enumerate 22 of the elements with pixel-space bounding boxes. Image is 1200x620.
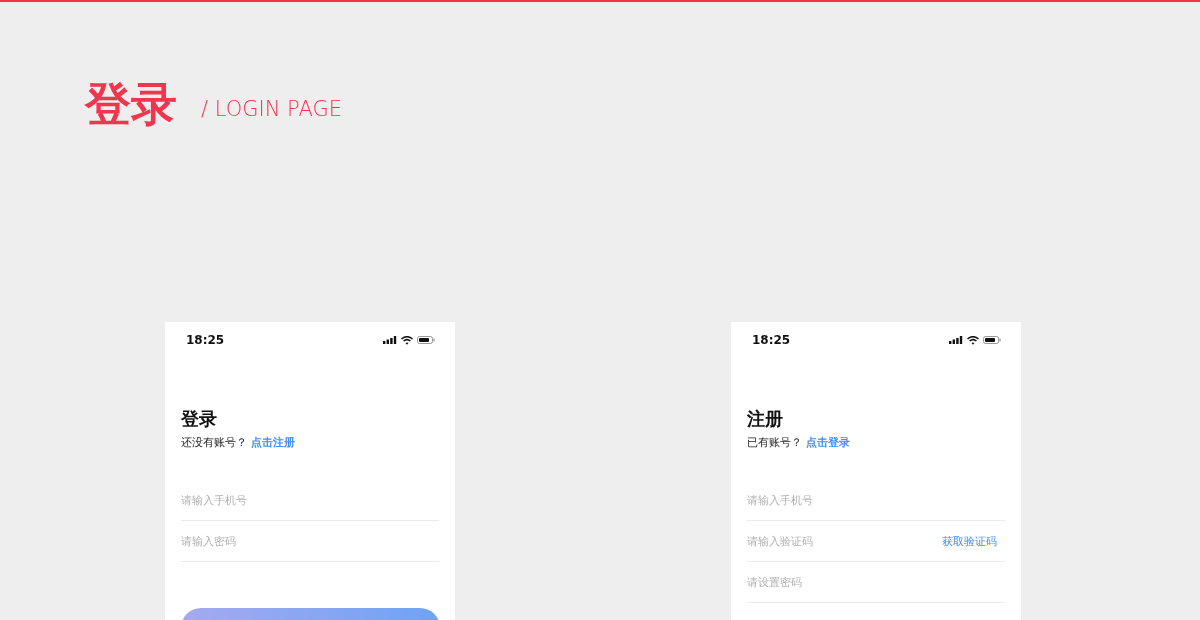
wifi-icon: [401, 335, 413, 345]
switch-link[interactable]: 点击注册: [251, 434, 295, 450]
battery-icon: [417, 336, 435, 344]
battery-icon: [983, 336, 1001, 344]
signal-icon: [383, 336, 397, 344]
input-field[interactable]: 请输入密码: [181, 534, 331, 548]
input-field[interactable]: 请输入手机号: [747, 493, 897, 507]
input-field[interactable]: 请输入验证码: [747, 534, 897, 548]
signal-icon: [949, 336, 963, 344]
account-prompt: 还没有账号？: [181, 435, 247, 450]
switch-link[interactable]: 点击登录: [806, 434, 850, 450]
page-subtitle: / LOGIN PAGE: [201, 96, 342, 123]
input-field[interactable]: 请输入手机号: [181, 493, 331, 507]
account-prompt: 已有账号？: [747, 435, 802, 450]
status-time: 18:25: [752, 333, 791, 347]
screen-title: 登录: [181, 407, 218, 431]
status-time: 18:25: [186, 333, 225, 347]
wifi-icon: [967, 335, 979, 345]
get-code-link[interactable]: 获取验证码: [942, 533, 1005, 549]
input-field[interactable]: 请设置密码: [747, 575, 897, 589]
screen-title: 注册: [747, 407, 784, 431]
page-title: 登录: [85, 76, 177, 132]
